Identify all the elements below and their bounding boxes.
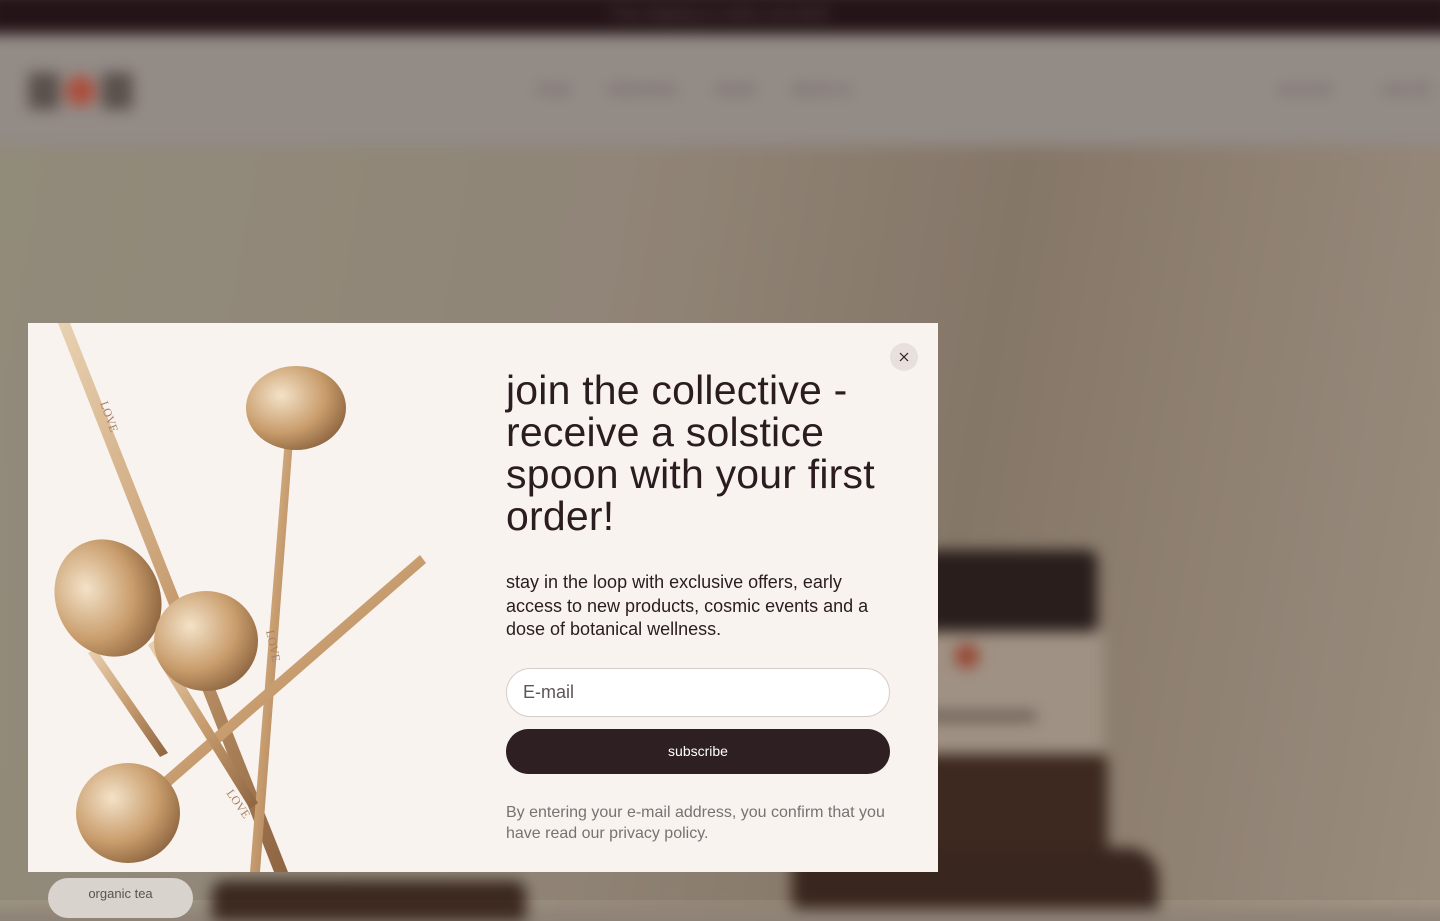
spoon-bowl xyxy=(154,591,258,691)
spoons-image: LOVE LOVE LOVE xyxy=(54,323,426,872)
product-tag-label: organic tea xyxy=(88,886,153,901)
spoon-engraving: LOVE xyxy=(263,629,283,663)
spoon-bowl xyxy=(76,763,180,863)
email-field[interactable] xyxy=(506,667,890,717)
popup-content: join the collective - receive a solstice… xyxy=(506,369,896,845)
subscribe-button[interactable]: subscribe xyxy=(506,728,890,774)
popup-headline: join the collective - receive a solstice… xyxy=(506,367,875,539)
close-button[interactable] xyxy=(890,343,918,371)
newsletter-popup: LOVE LOVE LOVE join the collective - rec… xyxy=(28,323,938,872)
spoon-handle xyxy=(88,649,168,757)
product-tag: organic tea xyxy=(48,878,193,918)
close-icon xyxy=(899,352,909,362)
popup-subtext: stay in the loop with exclusive offers, … xyxy=(506,572,869,639)
spoon-bowl xyxy=(246,366,346,450)
privacy-disclaimer: By entering your e-mail address, you con… xyxy=(506,803,885,843)
